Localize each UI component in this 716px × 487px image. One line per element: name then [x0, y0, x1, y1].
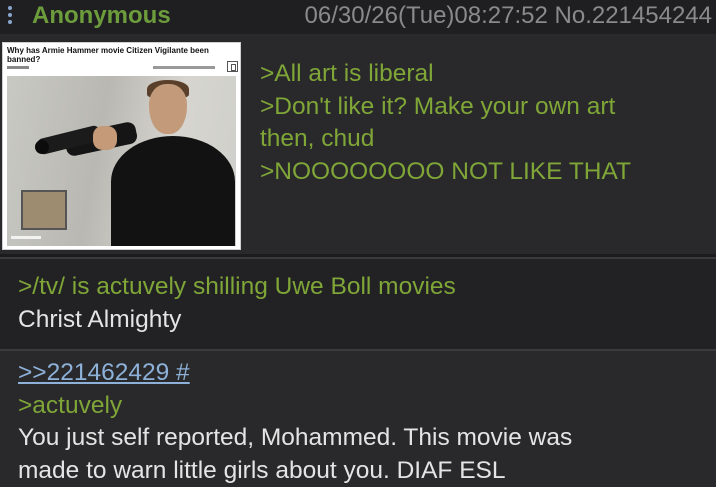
post-header: Anonymous 06/30/26(Tue)08:27:52 No.22145… [0, 0, 716, 34]
reply-text: Christ Almighty [18, 306, 182, 333]
reply-text: made to warn little girls about you. DIA… [18, 456, 506, 484]
post-reply-2-body: >>221462429 # >actuvely You just self re… [18, 357, 708, 487]
menu-icon[interactable] [8, 6, 12, 28]
post-datetime: 06/30/26(Tue)08:27:52 [304, 2, 548, 29]
post-reply-1-body: >/tv/ is actuvely shilling Uwe Boll movi… [18, 270, 708, 336]
thumbnail-date [153, 66, 215, 69]
greentext-line: >NOOOOOOOO NOT LIKE THAT [260, 157, 631, 185]
thumbnail-byline [7, 66, 29, 69]
greentext-line: then, chud [260, 125, 375, 152]
post-thumbnail[interactable]: Why has Armie Hammer movie Citizen Vigil… [2, 42, 241, 250]
thumbnail-headline: Why has Armie Hammer movie Citizen Vigil… [7, 46, 209, 64]
post-meta[interactable]: 06/30/26(Tue)08:27:52 No.221454244 [305, 1, 712, 31]
greentext-line: >Don't like it? Make your own art [260, 92, 616, 120]
greentext-line: >actuvely [18, 391, 123, 419]
post-number[interactable]: No.221454244 [555, 2, 712, 29]
poster-name: Anonymous [32, 2, 171, 29]
reply-text: You just self reported, Mohammed. This m… [18, 424, 573, 451]
greentext-line: >/tv/ is actuvely shilling Uwe Boll movi… [18, 273, 456, 300]
quote-link[interactable]: >>221462429 # [18, 359, 190, 386]
post-original-body: >All art is liberal >Don't like it? Make… [260, 58, 710, 188]
thumbnail-photo [7, 76, 236, 246]
greentext-line: >All art is liberal [260, 60, 434, 87]
thumbnail-copy-icon [227, 61, 238, 72]
thread-page: Anonymous 06/30/26(Tue)08:27:52 No.22145… [0, 0, 716, 487]
